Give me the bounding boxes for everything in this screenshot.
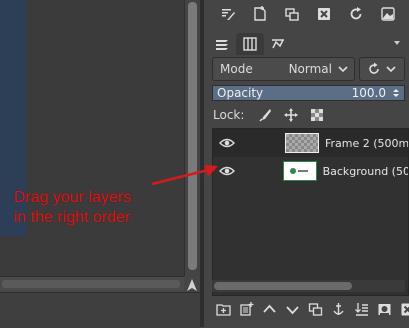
anchor-layer-icon[interactable]	[327, 297, 350, 321]
mode-reset-button[interactable]	[359, 57, 405, 81]
canvas-area[interactable]	[0, 0, 184, 276]
refresh-icon[interactable]	[340, 3, 372, 25]
duplicate-layer-icon[interactable]	[304, 297, 327, 321]
annotation-text: Drag your layers in the right order	[14, 188, 194, 228]
lock-position-icon[interactable]	[278, 106, 304, 124]
lock-row: Lock:	[213, 105, 330, 125]
lock-pixels-icon[interactable]	[252, 106, 278, 124]
layers-tab-icon[interactable]	[208, 33, 236, 55]
chain-toggle[interactable]	[240, 157, 283, 185]
status-bar	[0, 292, 200, 328]
canvas-vertical-scrollbar[interactable]	[184, 0, 201, 276]
annotation-line-1: Drag your layers	[14, 188, 194, 208]
new-layer-icon[interactable]	[235, 297, 258, 321]
tab-menu-icon[interactable]	[389, 33, 405, 53]
new-layer-group-icon[interactable]	[212, 297, 235, 321]
opacity-label: Opacity	[217, 86, 263, 100]
opacity-slider[interactable]: Opacity 100.0	[212, 85, 405, 101]
layer-name[interactable]: Frame 2 (500m	[325, 137, 409, 150]
mode-label: Mode	[220, 62, 253, 76]
chevron-down-icon	[336, 62, 350, 76]
annotation-line-2: in the right order	[14, 208, 194, 228]
scrollbar-thumb[interactable]	[188, 2, 197, 270]
lower-layer-icon[interactable]	[281, 297, 304, 321]
chain-toggle[interactable]	[241, 129, 285, 157]
raise-layer-icon[interactable]	[258, 297, 281, 321]
mode-value: Normal	[289, 62, 332, 76]
scrollbar-thumb[interactable]	[2, 280, 180, 288]
merge-down-icon[interactable]	[350, 297, 373, 321]
scrollbar-thumb[interactable]	[214, 282, 352, 290]
view-image-icon[interactable]	[372, 3, 404, 25]
opacity-value[interactable]: 100.0	[352, 86, 386, 100]
layers-list[interactable]: Frame 2 (500m Background (50	[212, 128, 409, 296]
layer-row-frame-2[interactable]: Frame 2 (500m	[213, 129, 409, 157]
layer-name[interactable]: Background (50	[323, 165, 409, 178]
layers-bottom-toolbar	[212, 297, 409, 321]
layer-thumbnail	[283, 161, 316, 181]
spin-arrows-icon[interactable]	[390, 87, 402, 99]
channels-tab-icon[interactable]	[236, 33, 264, 55]
mode-row: Mode Normal	[212, 57, 409, 83]
chevron-down-icon	[385, 63, 397, 75]
lock-alpha-icon[interactable]	[304, 106, 330, 124]
dock-top-toolbar	[212, 3, 404, 25]
layer-thumbnail	[285, 133, 319, 153]
delete-layer-icon[interactable]	[308, 3, 340, 25]
lock-label: Lock:	[213, 108, 244, 122]
reset-icon	[367, 62, 381, 76]
mask-icon[interactable]	[373, 297, 396, 321]
new-layer-icon[interactable]	[244, 3, 276, 25]
layers-horizontal-scrollbar[interactable]	[212, 280, 405, 292]
delete-layer-icon[interactable]	[396, 297, 409, 321]
canvas-horizontal-scrollbar[interactable]	[0, 276, 184, 291]
paths-tab-icon[interactable]	[264, 33, 292, 55]
mode-dropdown[interactable]: Mode Normal	[212, 57, 355, 81]
dock-tabs	[208, 33, 292, 55]
edit-layer-attributes-icon[interactable]	[212, 3, 244, 25]
duplicate-layer-icon[interactable]	[276, 3, 308, 25]
layer-row-background[interactable]: Background (50	[213, 157, 409, 185]
